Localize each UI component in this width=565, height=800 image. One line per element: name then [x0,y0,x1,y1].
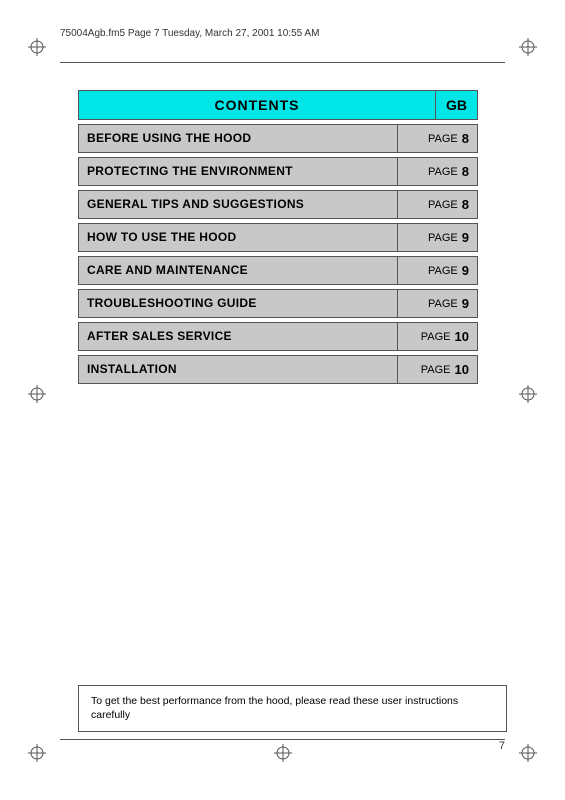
contents-header-row: CONTENTS GB [78,90,478,120]
page-label: PAGE [428,133,458,145]
header-filename: 75004Agb.fm5 Page 7 Tuesday, March 27, 2… [60,28,505,39]
toc-row: INSTALLATIONPAGE 10 [78,355,478,384]
toc-item-title: TROUBLESHOOTING GUIDE [79,290,397,317]
toc-row: HOW TO USE THE HOODPAGE 9 [78,223,478,252]
page-label: PAGE [428,199,458,211]
page-number-value: 9 [462,263,469,278]
toc-item-title: HOW TO USE THE HOOD [79,224,397,251]
toc-item-title: BEFORE USING THE HOOD [79,125,397,152]
page-label: PAGE [421,331,451,343]
reg-mark-bot-center [274,744,292,762]
page-label: PAGE [428,298,458,310]
toc-item-title: GENERAL TIPS AND SUGGESTIONS [79,191,397,218]
page-number-value: 8 [462,131,469,146]
reg-mark-bot-right [519,744,537,762]
page-number-value: 10 [455,362,469,377]
page-number-value: 8 [462,164,469,179]
toc-row: GENERAL TIPS AND SUGGESTIONSPAGE 8 [78,190,478,219]
header-text: 75004Agb.fm5 Page 7 Tuesday, March 27, 2… [60,28,319,39]
toc-item-page: PAGE 8 [397,125,477,152]
page-number-value: 9 [462,296,469,311]
page-number-value: 8 [462,197,469,212]
toc-row: PROTECTING THE ENVIRONMENTPAGE 8 [78,157,478,186]
page: 75004Agb.fm5 Page 7 Tuesday, March 27, 2… [0,0,565,800]
page-label: PAGE [421,364,451,376]
content-area: CONTENTS GB BEFORE USING THE HOODPAGE 8P… [78,90,478,388]
toc-item-page: PAGE 10 [397,356,477,383]
reg-mark-bot-left [28,744,46,762]
reg-mark-top-right [519,38,537,56]
page-label: PAGE [428,166,458,178]
toc-item-title: AFTER SALES SERVICE [79,323,397,350]
reg-mark-top-left [28,38,46,56]
toc-item-title: INSTALLATION [79,356,397,383]
page-number-value: 10 [455,329,469,344]
top-divider [60,62,505,63]
toc-item-title: PROTECTING THE ENVIRONMENT [79,158,397,185]
reg-mark-mid-left [28,385,46,403]
toc-row: AFTER SALES SERVICEPAGE 10 [78,322,478,351]
contents-gb-label: GB [435,90,478,120]
contents-title: CONTENTS [78,90,435,120]
toc-row: TROUBLESHOOTING GUIDEPAGE 9 [78,289,478,318]
toc-item-page: PAGE 9 [397,257,477,284]
toc-row: BEFORE USING THE HOODPAGE 8 [78,124,478,153]
page-number: 7 [499,740,505,752]
page-number-value: 9 [462,230,469,245]
page-label: PAGE [428,265,458,277]
toc-list: BEFORE USING THE HOODPAGE 8PROTECTING TH… [78,124,478,384]
toc-row: CARE AND MAINTENANCEPAGE 9 [78,256,478,285]
toc-item-page: PAGE 9 [397,224,477,251]
toc-item-page: PAGE 8 [397,191,477,218]
toc-item-page: PAGE 10 [397,323,477,350]
toc-item-title: CARE AND MAINTENANCE [79,257,397,284]
page-label: PAGE [428,232,458,244]
reg-mark-mid-right [519,385,537,403]
bottom-divider [60,739,505,740]
toc-item-page: PAGE 9 [397,290,477,317]
toc-item-page: PAGE 8 [397,158,477,185]
bottom-note: To get the best performance from the hoo… [78,685,507,732]
